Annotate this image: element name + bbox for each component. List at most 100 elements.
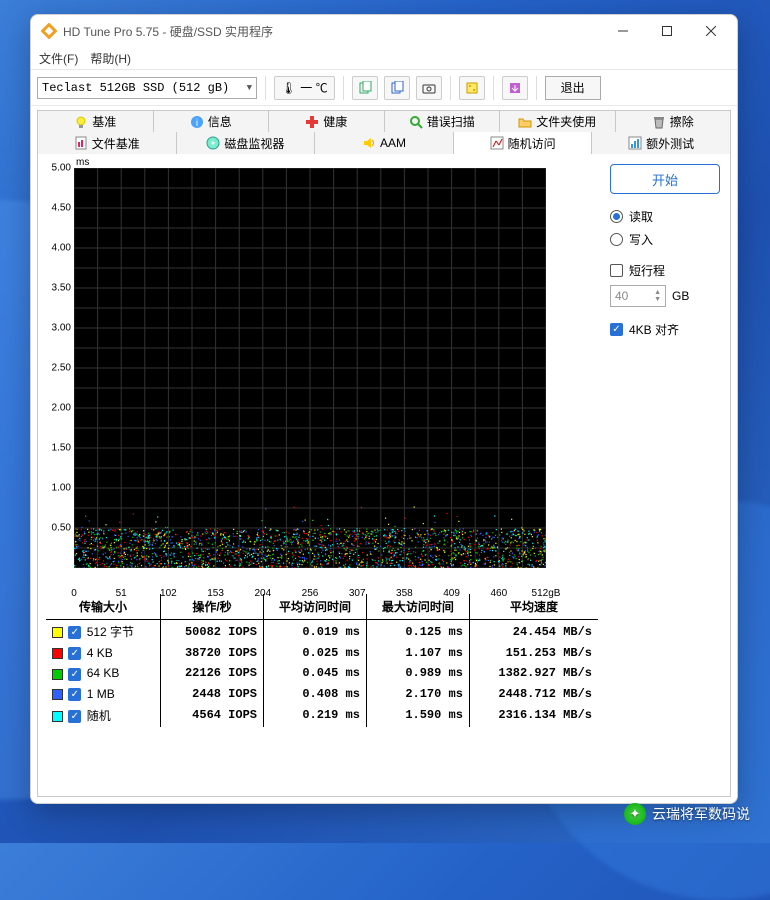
row-checkbox[interactable]: [68, 710, 81, 723]
y-tick: 3.00: [52, 323, 74, 334]
disk-icon: [206, 136, 220, 150]
minimize-button[interactable]: [601, 16, 645, 46]
cell-avg: 0.219 ms: [263, 704, 366, 727]
cell-max: 0.989 ms: [366, 663, 469, 683]
short-stroke-checkbox[interactable]: 短行程: [610, 262, 720, 279]
start-button[interactable]: 开始: [610, 164, 720, 194]
cell-max: 2.170 ms: [366, 684, 469, 704]
y-tick: 2.50: [52, 363, 74, 374]
tab-信息[interactable]: i信息: [153, 110, 270, 132]
color-swatch: [52, 669, 63, 680]
cell-iops: 38720 IOPS: [161, 643, 264, 663]
write-radio[interactable]: 写入: [610, 231, 720, 248]
svg-text:i: i: [196, 118, 198, 129]
screenshot-button[interactable]: [416, 76, 442, 100]
folder-icon: [518, 115, 532, 129]
short-stroke-unit: GB: [672, 289, 689, 303]
x-tick: 460: [490, 586, 507, 599]
sound-icon: [362, 136, 376, 150]
4kb-align-checkbox[interactable]: 4KB 对齐: [610, 321, 720, 338]
menu-file[interactable]: 文件(F): [39, 50, 78, 67]
cell-avg: 0.045 ms: [263, 663, 366, 683]
tab-健康[interactable]: 健康: [268, 110, 385, 132]
exit-button[interactable]: 退出: [545, 76, 601, 100]
tab-基准[interactable]: 基准: [37, 110, 154, 132]
maximize-button[interactable]: [645, 16, 689, 46]
x-tick: 0: [71, 586, 77, 599]
color-swatch: [52, 711, 63, 722]
copy-text-button[interactable]: [352, 76, 378, 100]
row-checkbox[interactable]: [68, 668, 81, 681]
tab-额外测试[interactable]: 额外测试: [591, 132, 731, 154]
titlebar: HD Tune Pro 5.75 - 硬盘/SSD 实用程序: [31, 15, 737, 47]
search-icon: [409, 115, 423, 129]
table-row: 1 MB2448 IOPS0.408 ms2.170 ms2448.712 MB…: [46, 684, 598, 704]
y-tick: 4.50: [52, 203, 74, 214]
x-tick: 51: [116, 586, 127, 599]
tab-随机访问[interactable]: 随机访问: [453, 132, 593, 154]
cell-speed: 1382.927 MB/s: [469, 663, 598, 683]
app-icon: [41, 23, 57, 39]
tab-AAM[interactable]: AAM: [314, 132, 454, 154]
save-button[interactable]: [502, 76, 528, 100]
tab-area: 基准i信息健康错误扫描文件夹使用擦除 文件基准磁盘监视器AAM随机访问额外测试: [31, 105, 737, 154]
cell-max: 1.107 ms: [366, 643, 469, 663]
spinner-icon[interactable]: ▲▼: [654, 289, 661, 303]
cell-iops: 2448 IOPS: [161, 684, 264, 704]
toolbar: Teclast 512GB SSD (512 gB) ▼ 🌡 一 ℃ 退出: [31, 69, 737, 105]
table-row: 4 KB38720 IOPS0.025 ms1.107 ms151.253 MB…: [46, 643, 598, 663]
options-button[interactable]: [459, 76, 485, 100]
extra-icon: [628, 136, 642, 150]
cell-speed: 2316.134 MB/s: [469, 704, 598, 727]
cell-avg: 0.019 ms: [263, 620, 366, 644]
cell-max: 0.125 ms: [366, 620, 469, 644]
row-checkbox[interactable]: [68, 688, 81, 701]
app-window: HD Tune Pro 5.75 - 硬盘/SSD 实用程序 文件(F) 帮助(…: [30, 14, 738, 804]
y-tick: 1.50: [52, 443, 74, 454]
cell-iops: 50082 IOPS: [161, 620, 264, 644]
x-tick: 512gB: [532, 586, 561, 599]
menu-help[interactable]: 帮助(H): [90, 50, 131, 67]
read-radio[interactable]: 读取: [610, 208, 720, 225]
y-tick: 5.00: [52, 163, 74, 174]
row-checkbox[interactable]: [68, 626, 81, 639]
window-title: HD Tune Pro 5.75 - 硬盘/SSD 实用程序: [63, 23, 601, 40]
copy-info-button[interactable]: [384, 76, 410, 100]
cell-max: 1.590 ms: [366, 704, 469, 727]
results-table: 传输大小操作/秒平均访问时间最大访问时间平均速度 512 字节50082 IOP…: [46, 594, 598, 727]
tab-错误扫描[interactable]: 错误扫描: [384, 110, 501, 132]
cell-iops: 22126 IOPS: [161, 663, 264, 683]
watermark: ✦ 云瑞将军数码说: [624, 803, 750, 825]
color-swatch: [52, 648, 63, 659]
y-tick: 0.50: [52, 523, 74, 534]
tab-擦除[interactable]: 擦除: [615, 110, 732, 132]
table-row: 64 KB22126 IOPS0.045 ms0.989 ms1382.927 …: [46, 663, 598, 683]
temperature-button[interactable]: 🌡 一 ℃: [274, 76, 335, 100]
trash-icon: [652, 115, 666, 129]
info-icon: i: [190, 115, 204, 129]
device-select[interactable]: Teclast 512GB SSD (512 gB) ▼: [37, 77, 257, 99]
cell-avg: 0.025 ms: [263, 643, 366, 663]
chevron-down-icon: ▼: [247, 83, 252, 93]
tab-磁盘监视器[interactable]: 磁盘监视器: [176, 132, 316, 154]
cell-speed: 2448.712 MB/s: [469, 684, 598, 704]
y-tick: 4.00: [52, 243, 74, 254]
cell-avg: 0.408 ms: [263, 684, 366, 704]
device-select-value: Teclast 512GB SSD (512 gB): [42, 81, 229, 95]
x-tick: 358: [396, 586, 413, 599]
col-header: 传输大小: [46, 594, 161, 620]
plus-icon: [305, 115, 319, 129]
row-checkbox[interactable]: [68, 647, 81, 660]
tab-content: ms 5.004.504.003.503.002.502.001.501.000…: [37, 154, 731, 797]
x-tick: 256: [302, 586, 319, 599]
x-tick: 204: [254, 586, 271, 599]
short-stroke-input[interactable]: 40 ▲▼: [610, 285, 666, 307]
filebench-icon: [74, 136, 88, 150]
close-button[interactable]: [689, 16, 733, 46]
x-tick: 153: [207, 586, 224, 599]
bulb-icon: [74, 115, 88, 129]
y-tick: 3.50: [52, 283, 74, 294]
tab-文件基准[interactable]: 文件基准: [37, 132, 177, 154]
cell-speed: 24.454 MB/s: [469, 620, 598, 644]
tab-文件夹使用[interactable]: 文件夹使用: [499, 110, 616, 132]
